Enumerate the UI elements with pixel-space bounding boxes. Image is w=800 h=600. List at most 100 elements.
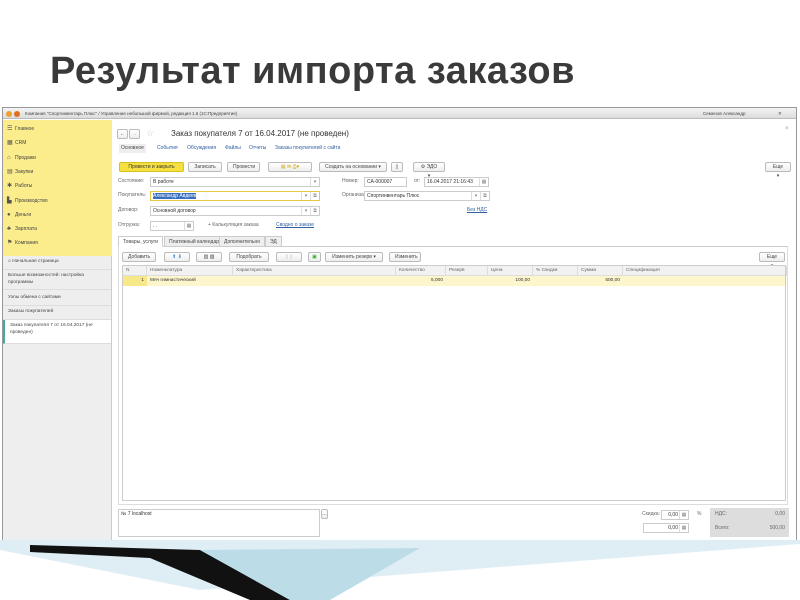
column-header[interactable]: Цена — [488, 266, 533, 276]
close-form-icon[interactable]: × — [785, 126, 789, 132]
sidebar-item-2[interactable]: ⌂ Продажи — [7, 152, 36, 165]
shipment-date-field[interactable]: . . ▦ — [150, 221, 194, 231]
copy-paste-buttons[interactable]: ▯ ▯ — [276, 252, 302, 262]
column-header[interactable]: Сумма — [578, 266, 623, 276]
slide-title: Результат импорта заказов — [50, 50, 575, 92]
main-menu-icon[interactable] — [14, 110, 20, 117]
total-value: 500,00 — [769, 525, 785, 531]
production-icon: ▙ — [7, 197, 12, 204]
nav-link-3[interactable]: Файлы — [225, 144, 241, 153]
sidebar-item-0[interactable]: ☰ Главное — [7, 123, 34, 136]
table-row[interactable]: 1 Мяч гимнастический 5,000 100,00 500,00 — [123, 276, 785, 286]
date-field[interactable]: 16.04.2017 21:16:43 ▦ — [424, 177, 489, 187]
forward-button[interactable]: → — [129, 129, 140, 139]
close-window-icon[interactable]: ✕ — [778, 108, 782, 119]
cell-sum: 500,00 — [605, 278, 620, 283]
open-tab-0[interactable]: ⌂ Начальная страница — [3, 256, 111, 270]
sidebar-item-label: Деньги — [15, 211, 32, 218]
print-tools-button[interactable]: ▤ ✉ ⎙▾ — [268, 162, 312, 172]
sidebar-item-label: Главное — [15, 126, 35, 132]
open-tab-4[interactable]: Заказ покупателя 7 от 16.04.2017 (не про… — [3, 320, 111, 344]
state-field[interactable]: В работе ▾ — [150, 177, 320, 187]
open-tab-1[interactable]: Больше возможностей: настройка программы — [3, 270, 111, 290]
edo-button[interactable]: ⚙ ЭДО ▾ — [413, 162, 445, 179]
sidebar-item-1[interactable]: ▦ CRM — [7, 137, 26, 150]
more-button[interactable]: Еще ▾ — [765, 162, 791, 179]
change-reserve-button[interactable]: Изменить резерв ▾ — [325, 252, 383, 262]
sidebar-item-label: Продажи — [15, 154, 36, 161]
back-button[interactable]: ← — [117, 129, 128, 139]
column-header[interactable]: % Скидки — [533, 266, 578, 276]
user-name[interactable]: Семенов Александр — [703, 108, 746, 119]
vat-link[interactable]: Без НДС — [467, 206, 487, 215]
nav-link-0[interactable]: Основное — [119, 144, 146, 153]
nav-link-2[interactable]: Обсуждения — [187, 144, 216, 153]
post-and-close-button[interactable]: Провести и закрыть — [119, 162, 184, 172]
table-more-button[interactable]: Еще ▾ — [759, 252, 785, 269]
tab-0[interactable]: Товары, услуги — [118, 236, 163, 247]
excel-icon[interactable]: ▣ — [308, 252, 321, 262]
number-field[interactable]: СА-000007 — [364, 177, 407, 187]
move-up-down-buttons[interactable]: ⬆ ⬇ — [164, 252, 190, 262]
create-based-button[interactable]: Создать на основании ▾ — [319, 162, 387, 172]
nav-link-5[interactable]: Заказы покупателей с сайта — [275, 144, 340, 153]
money-icon: ● — [7, 211, 11, 218]
buyer-field[interactable]: Александр Авдеев ▾ ⧉ — [150, 191, 320, 201]
sidebar-item-5[interactable]: ▙ Производство — [7, 195, 48, 208]
sidebar-item-4[interactable]: ✱ Работы — [7, 180, 32, 193]
column-header[interactable]: Резерв — [446, 266, 488, 276]
column-header[interactable]: Количество — [396, 266, 446, 276]
sidebar: ☰ Главное ▦ CRM ⌂ Продажи ▤ Закупки ✱ Работы ▙ Прои… — [3, 120, 112, 543]
works-icon: ✱ — [7, 183, 13, 190]
contract-label: Договор: — [118, 207, 139, 213]
report-icon[interactable]: ▯ — [391, 162, 403, 172]
sidebar-item-label: CRM — [15, 140, 27, 147]
nav-link-4[interactable]: Отчеты — [249, 144, 266, 153]
discount-sum-field[interactable]: 0,00 ▦ — [643, 523, 689, 533]
column-header[interactable]: N — [123, 266, 147, 276]
comment-field[interactable]: № 7 localhost — [118, 509, 320, 537]
sidebar-item-8[interactable]: ⚑ Компания — [7, 237, 38, 250]
tab-1[interactable]: Платежный календарь — [164, 236, 227, 247]
sidebar-item-7[interactable]: ♣ Зарплата — [7, 223, 37, 236]
open-tab-2[interactable]: Узлы обмена с сайтами — [3, 292, 111, 306]
calculation-toggle[interactable]: + Калькуляция заказа — [208, 221, 259, 230]
sidebar-item-3[interactable]: ▤ Закупки — [7, 166, 33, 179]
sidebar-item-label: Производство — [15, 197, 48, 204]
vat-value: 0,00 — [775, 511, 785, 517]
percent-sign: % — [697, 511, 702, 517]
salary-icon: ♣ — [7, 226, 11, 233]
cell-price: 100,00 — [515, 278, 530, 283]
sidebar-item-6[interactable]: ● Деньги — [7, 209, 31, 222]
open-tab-3[interactable]: Заказы покупателей — [3, 306, 111, 320]
pick-button[interactable]: Подобрать — [229, 252, 269, 262]
column-header[interactable]: Номенклатура — [147, 266, 233, 276]
window-title: Компания "Спортинвентарь Плюс" / Управле… — [25, 111, 238, 116]
cell-char — [233, 276, 396, 286]
app-menu-icon[interactable] — [6, 110, 12, 117]
column-header[interactable]: Характеристика — [233, 266, 396, 276]
discount-percent-field[interactable]: 0,00 ▦ — [661, 510, 689, 520]
tab-3[interactable]: ЭД — [265, 236, 282, 247]
barcode-buttons[interactable]: ▥ ▧ — [196, 252, 222, 262]
order-summary-link[interactable]: Сводно о заказе — [276, 221, 314, 230]
add-button[interactable]: Добавить — [122, 252, 156, 262]
open-tab-label: Узлы обмена с сайтами — [8, 295, 61, 300]
comment-expand-button[interactable]: … — [321, 509, 328, 519]
app-window: Компания "Спортинвентарь Плюс" / Управле… — [2, 107, 797, 544]
state-label: Состояние: — [118, 178, 145, 184]
save-button[interactable]: Записать — [188, 162, 222, 172]
organization-field[interactable]: Спортинвентарь Плюс ▾ ⧉ — [364, 191, 490, 201]
column-header[interactable]: Спецификация — [623, 266, 787, 276]
favorite-star-icon[interactable]: ☆ — [146, 128, 154, 139]
shipment-label: Отгрузка: — [118, 222, 140, 228]
contract-field[interactable]: Основной договор ▾ ⧉ — [150, 206, 320, 216]
tab-2[interactable]: Дополнительно — [219, 236, 265, 247]
change-button[interactable]: Изменить — [389, 252, 421, 262]
number-label: Номер: — [342, 178, 359, 184]
nav-link-1[interactable]: События — [157, 144, 178, 153]
goods-tab-panel: Добавить ⬆ ⬇ ▥ ▧ Подобрать ▯ ▯ ▣ Изменит… — [118, 247, 788, 505]
total-label: Всего: — [715, 525, 730, 531]
post-button[interactable]: Провести — [227, 162, 260, 172]
purchases-icon: ▤ — [7, 168, 13, 175]
